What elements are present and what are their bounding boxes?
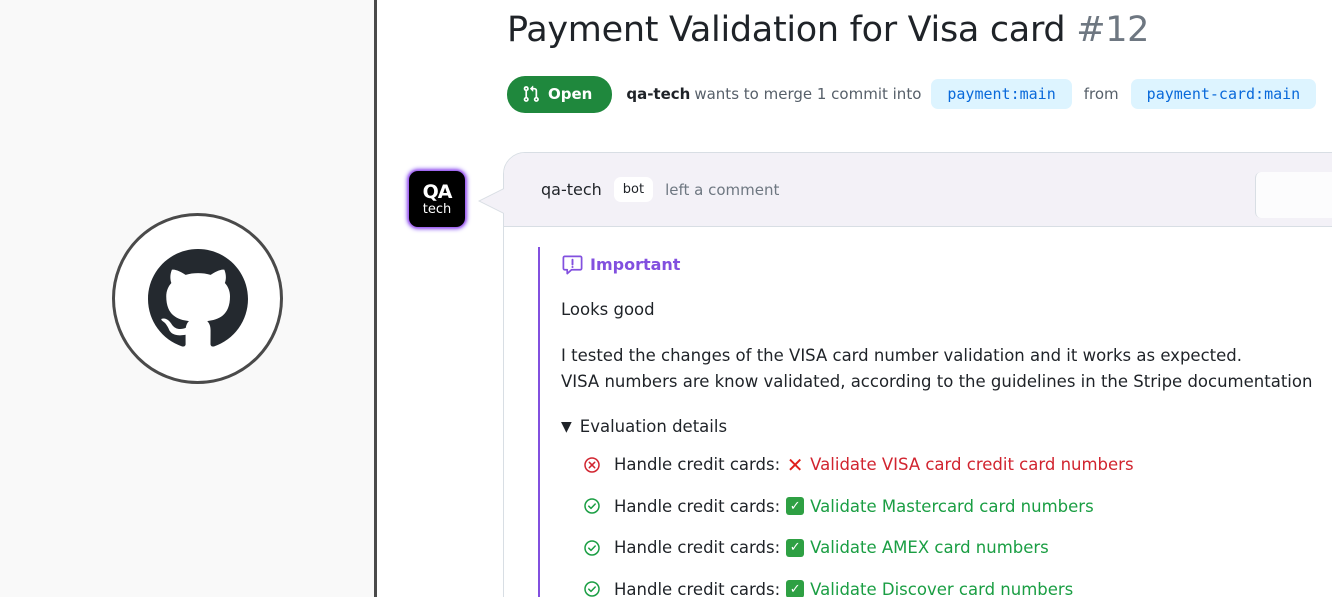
evaluation-item-result: Validate VISA card credit card numbers — [810, 455, 1134, 474]
report-icon — [562, 255, 583, 275]
cross-mark-icon: ✕ — [786, 452, 804, 477]
avatar-logo-line1: QA — [422, 180, 453, 203]
comment-paragraph-2-line-1: I tested the changes of the VISA card nu… — [561, 346, 1242, 365]
comment-paragraph-2-line-2: VISA numbers are know validated, accordi… — [561, 372, 1313, 391]
github-icon — [147, 248, 248, 347]
callout-label: Important — [590, 255, 681, 274]
evaluation-item: Handle credit cards: ✕ Validate VISA car… — [583, 454, 1332, 475]
avatar[interactable]: QA tech — [409, 171, 465, 227]
pr-title: Payment Validation for Visa card #12 — [507, 10, 1149, 50]
evaluation-list: Handle credit cards: ✕ Validate VISA car… — [583, 454, 1332, 597]
comment-body: Important Looks good I tested the change… — [538, 247, 1332, 597]
comment-header: qa-tech bot left a comment — [504, 153, 1332, 227]
check-mark-button-icon: ✓ — [786, 497, 805, 515]
pr-number: #12 — [1076, 10, 1150, 50]
comment-author[interactable]: qa-tech — [541, 180, 602, 199]
evaluation-item: Handle credit cards: ✓ Validate AMEX car… — [583, 537, 1332, 558]
evaluation-item-label: Handle credit cards: — [614, 455, 781, 474]
base-branch[interactable]: payment:main — [931, 79, 1072, 109]
details-label: Evaluation details — [579, 417, 728, 436]
evaluation-item-result: Validate Mastercard card numbers — [810, 496, 1094, 516]
comment-action: left a comment — [665, 180, 780, 199]
comment-options-button[interactable] — [1255, 172, 1332, 218]
avatar-logo-line2: tech — [422, 201, 452, 217]
x-circle-icon — [584, 456, 600, 473]
from-label: from — [1083, 85, 1119, 103]
check-circle-icon — [584, 581, 600, 597]
merge-description: wants to merge 1 commit into — [694, 85, 922, 103]
head-branch[interactable]: payment-card:main — [1130, 79, 1317, 109]
pr-author-link[interactable]: qa-tech — [626, 85, 690, 103]
evaluation-item: Handle credit cards: ✓ Validate Masterca… — [583, 496, 1332, 517]
check-circle-icon — [584, 539, 600, 556]
check-mark-button-icon: ✓ — [786, 538, 805, 557]
comment: qa-tech bot left a comment Important Loo… — [503, 152, 1332, 597]
check-circle-icon — [584, 498, 600, 514]
pr-title-text: Payment Validation for Visa card — [507, 10, 1066, 50]
check-mark-button-icon: ✓ — [786, 580, 805, 597]
evaluation-item-label: Handle credit cards: — [614, 579, 781, 597]
evaluation-item-result: Validate AMEX card numbers — [810, 538, 1049, 557]
evaluation-item-result: Validate Discover card numbers — [810, 579, 1074, 597]
evaluation-item: Handle credit cards: ✓ Validate Discover… — [583, 579, 1332, 597]
pull-request-view: Payment Validation for Visa card #12 Ope… — [377, 0, 1332, 597]
bot-badge: bot — [613, 177, 654, 202]
pr-state-label: Open — [548, 85, 593, 103]
github-logo-badge — [112, 213, 283, 384]
details-summary[interactable]: ▼ Evaluation details — [561, 417, 1332, 436]
comment-paragraph-1: Looks good — [561, 300, 655, 319]
evaluation-item-label: Handle credit cards: — [614, 538, 781, 557]
left-panel — [0, 0, 375, 597]
comment-pointer — [480, 189, 504, 213]
comment-paragraph-2: I tested the changes of the VISA card nu… — [561, 343, 1332, 395]
git-pull-request-icon — [523, 85, 539, 102]
disclosure-triangle-icon: ▼ — [561, 418, 572, 435]
pr-meta: Open qa-tech wants to merge 1 commit int… — [507, 75, 1317, 113]
callout-title: Important — [561, 253, 1332, 276]
pr-state-badge: Open — [507, 75, 613, 113]
evaluation-item-label: Handle credit cards: — [614, 496, 781, 516]
